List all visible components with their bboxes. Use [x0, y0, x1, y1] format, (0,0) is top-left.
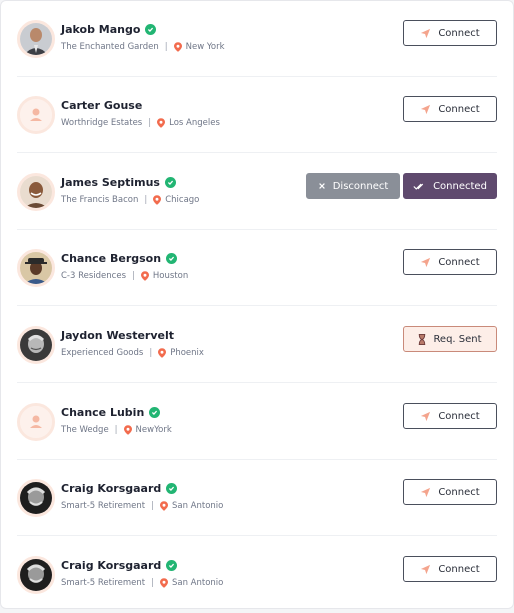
send-icon — [421, 564, 431, 574]
connect-button-label: Connect — [438, 486, 480, 498]
list-item: Carter Gouse Worthridge Estates | Los An… — [17, 77, 497, 153]
connect-button-label: Connect — [438, 410, 480, 422]
location-pin-icon — [140, 271, 149, 281]
send-icon — [421, 28, 431, 38]
separator: | — [164, 42, 168, 52]
connected-button[interactable]: Connected — [403, 173, 497, 199]
connections-card: Jakob Mango The Enchanted Garden | New Y… — [0, 0, 514, 609]
separator: | — [132, 271, 135, 281]
avatar[interactable] — [17, 173, 55, 211]
person-name[interactable]: Craig Korsgaard — [61, 482, 161, 495]
avatar[interactable] — [17, 20, 55, 58]
hourglass-icon — [419, 333, 426, 345]
verified-icon — [145, 24, 157, 35]
avatar[interactable] — [17, 249, 55, 287]
person-name[interactable]: Jakob Mango — [61, 23, 140, 36]
company-name: The Francis Bacon — [61, 195, 139, 205]
location-name: Phoenix — [170, 348, 204, 358]
person-name[interactable]: Carter Gouse — [61, 99, 142, 112]
verified-icon — [166, 483, 178, 494]
location-pin-icon — [123, 425, 132, 435]
location-name: San Antonio — [171, 578, 224, 588]
person-name[interactable]: Chance Lubin — [61, 406, 144, 419]
send-icon — [421, 104, 431, 114]
double-check-icon — [413, 183, 424, 190]
location-pin-icon — [157, 118, 166, 128]
avatar[interactable] — [17, 96, 55, 134]
location-name: New York — [185, 42, 225, 52]
connect-button[interactable]: Connect — [403, 556, 497, 582]
list-item: Jaydon Westervelt Experienced Goods | Ph… — [17, 307, 497, 383]
location-name: San Antonio — [171, 501, 224, 511]
avatar[interactable] — [17, 479, 55, 517]
connect-button-label: Connect — [438, 563, 480, 575]
avatar[interactable] — [17, 556, 55, 594]
company-name: Smart-5 Retirement — [61, 501, 146, 511]
company-name: Experienced Goods — [61, 348, 144, 358]
separator: | — [114, 425, 118, 435]
avatar[interactable] — [17, 326, 55, 364]
connect-button[interactable]: Connect — [403, 96, 497, 122]
company-name: The Enchanted Garden — [61, 42, 159, 52]
separator: | — [149, 348, 153, 358]
connect-button-label: Connect — [438, 27, 480, 39]
connect-button[interactable]: Connect — [403, 20, 497, 46]
close-icon — [318, 183, 325, 189]
separator: | — [151, 578, 154, 588]
connected-button-label: Connected — [433, 180, 487, 192]
company-name: Smart-5 Retirement — [61, 578, 146, 588]
list-item: Chance Lubin The Wedge | NewYork Connect — [17, 384, 497, 460]
person-name[interactable]: Chance Bergson — [61, 252, 161, 265]
verified-icon — [166, 253, 178, 264]
connect-button-label: Connect — [438, 256, 480, 268]
connect-button[interactable]: Connect — [403, 479, 497, 505]
send-icon — [421, 411, 431, 421]
connect-button[interactable]: Connect — [403, 403, 497, 429]
company-name: Worthridge Estates — [61, 118, 143, 128]
disconnect-button-label: Disconnect — [332, 180, 389, 192]
disconnect-button[interactable]: Disconnect — [306, 173, 400, 199]
connect-button-label: Connect — [438, 103, 480, 115]
location-name: Chicago — [165, 195, 200, 205]
request-sent-label: Req. Sent — [433, 333, 482, 345]
send-icon — [421, 487, 431, 497]
separator: | — [144, 195, 148, 205]
location-pin-icon — [159, 501, 168, 511]
user-placeholder-icon — [20, 99, 52, 131]
avatar[interactable] — [17, 403, 55, 441]
location-pin-icon — [159, 578, 168, 588]
location-pin-icon — [173, 42, 182, 52]
person-name[interactable]: James Septimus — [61, 176, 160, 189]
location-name: Houston — [152, 271, 189, 281]
verified-icon — [166, 560, 178, 571]
separator: | — [148, 118, 152, 128]
company-name: The Wedge — [61, 425, 109, 435]
request-sent-button[interactable]: Req. Sent — [403, 326, 497, 352]
person-name[interactable]: Craig Korsgaard — [61, 559, 161, 572]
list-item: Jakob Mango The Enchanted Garden | New Y… — [17, 1, 497, 77]
verified-icon — [164, 177, 176, 188]
connect-button[interactable]: Connect — [403, 249, 497, 275]
person-name[interactable]: Jaydon Westervelt — [61, 329, 174, 342]
location-name: NewYork — [135, 425, 172, 435]
list-item: Craig Korsgaard Smart-5 Retirement | San… — [17, 460, 497, 536]
list-item: James Septimus The Francis Bacon | Chica… — [17, 154, 497, 230]
company-name: C-3 Residences — [61, 271, 126, 281]
list-item: Craig Korsgaard Smart-5 Retirement | San… — [17, 537, 497, 613]
send-icon — [421, 257, 431, 267]
location-pin-icon — [158, 348, 167, 358]
separator: | — [151, 501, 154, 511]
location-pin-icon — [153, 195, 162, 205]
location-name: Los Angeles — [169, 118, 220, 128]
verified-icon — [149, 407, 161, 418]
user-placeholder-icon — [20, 406, 52, 438]
list-item: Chance Bergson C-3 Residences | Houston … — [17, 230, 497, 306]
